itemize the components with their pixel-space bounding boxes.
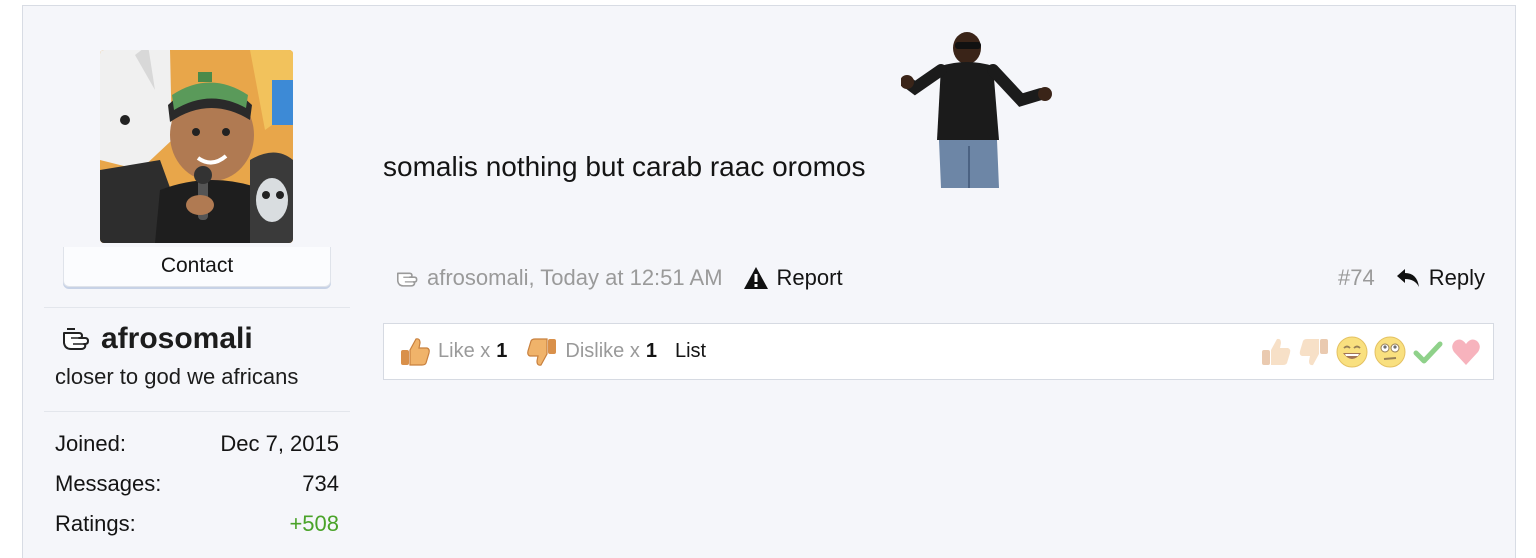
dislike-label: Dislike x: [565, 340, 640, 362]
embedded-person-image: [901, 32, 1052, 188]
message-text: somalis nothing but carab raac oromos: [383, 151, 866, 182]
love-icon[interactable]: [1449, 335, 1483, 369]
reply-icon: [1396, 269, 1419, 287]
user-sidebar: Contact afrosomali closer to god we afri…: [23, 6, 353, 558]
agree-icon[interactable]: [1411, 335, 1445, 369]
stat-value[interactable]: +508: [289, 504, 339, 544]
stat-label: Ratings:: [55, 511, 136, 536]
sidebar-divider: [44, 307, 350, 308]
pointing-hand-icon: [397, 272, 418, 287]
like-summary[interactable]: Like x 1: [398, 335, 507, 369]
meta-left: afrosomali, Today at 12:51 AM Report: [395, 260, 843, 296]
stat-value: Dec 7, 2015: [220, 431, 339, 456]
reply-label: Reply: [1428, 265, 1485, 290]
contact-button[interactable]: Contact: [63, 247, 331, 287]
warning-icon: [743, 267, 768, 289]
post-number-link[interactable]: #74: [1338, 265, 1375, 291]
username[interactable]: afrosomali: [101, 322, 253, 356]
ratings-summary: Like x 1 Dislike x 1 List: [398, 324, 706, 379]
author-time-link[interactable]: afrosomali, Today at 12:51 AM: [427, 265, 723, 291]
username-row: afrosomali: [61, 322, 253, 356]
stat-messages: Messages: 734: [55, 464, 339, 504]
like-count: 1: [496, 340, 508, 362]
sidebar-divider: [44, 411, 350, 412]
funny-icon[interactable]: [1335, 335, 1369, 369]
message-post: Contact afrosomali closer to god we afri…: [22, 5, 1516, 558]
stat-label: Messages:: [55, 471, 162, 496]
stat-joined: Joined: Dec 7, 2015: [55, 424, 339, 464]
report-label: Report: [776, 265, 843, 290]
avatar-image: [100, 50, 293, 243]
dislike-icon[interactable]: [1297, 335, 1331, 369]
rating-options: [1259, 324, 1483, 379]
post-meta: afrosomali, Today at 12:51 AM Report #74…: [395, 260, 1485, 296]
like-icon[interactable]: [1259, 335, 1293, 369]
dislike-summary[interactable]: Dislike x 1: [525, 335, 657, 369]
user-stats: Joined: Dec 7, 2015 Messages: 734 Rating…: [55, 424, 339, 544]
meta-right: #74 Reply: [1338, 260, 1485, 296]
pointing-hand-icon: [63, 328, 89, 350]
reply-button[interactable]: Reply: [1395, 265, 1485, 291]
stat-label: Joined:: [55, 431, 126, 456]
dumb-icon[interactable]: [1373, 335, 1407, 369]
ratings-list-link[interactable]: List: [675, 340, 706, 363]
dislike-count: 1: [645, 340, 657, 362]
like-label: Like x: [438, 340, 491, 362]
report-button[interactable]: Report: [743, 265, 843, 291]
avatar[interactable]: [100, 50, 293, 243]
like-icon: [401, 337, 430, 366]
user-title: closer to god we africans: [55, 364, 299, 389]
ratings-bar: Like x 1 Dislike x 1 List: [383, 323, 1494, 380]
dislike-icon: [527, 337, 557, 366]
stat-value[interactable]: 734: [302, 464, 339, 504]
stat-ratings: Ratings: +508: [55, 504, 339, 544]
